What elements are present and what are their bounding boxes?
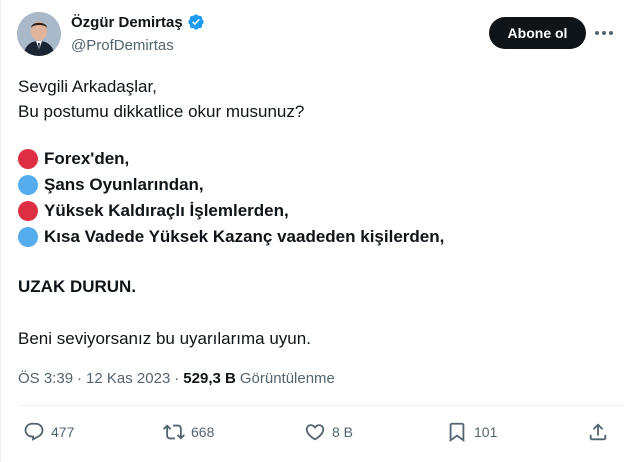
author-name-row: Özgür Demirtaş <box>71 13 205 31</box>
like-count: 8 B <box>332 424 354 440</box>
divider <box>18 405 624 406</box>
tweet-time[interactable]: ÖS 3:39 <box>18 370 73 387</box>
bookmark-icon <box>449 422 465 443</box>
repost-button[interactable]: 668 <box>163 421 214 443</box>
reply-button[interactable]: 477 <box>23 421 74 443</box>
list-item: Şans Oyunlarından, <box>18 175 204 195</box>
meta-separator: · <box>174 370 180 387</box>
list-item-text: Şans Oyunlarından, <box>44 175 204 194</box>
verified-badge-icon[interactable] <box>187 13 205 31</box>
red-circle-icon <box>18 201 38 221</box>
tweet-card: Özgür Demirtaş @ProfDemirtas Abone ol Se… <box>0 0 640 462</box>
tweet-meta: ÖS 3:39 · 12 Kas 2023 · 529,3 B Görüntül… <box>18 370 335 387</box>
author-handle[interactable]: @ProfDemirtas <box>71 37 174 54</box>
tweet-date[interactable]: 12 Kas 2023 <box>86 370 170 387</box>
share-button[interactable] <box>587 421 609 443</box>
repost-icon <box>163 424 185 440</box>
blue-circle-icon <box>18 227 38 247</box>
repost-count: 668 <box>191 424 215 440</box>
share-icon <box>589 423 607 441</box>
list-item: Forex'den, <box>18 149 129 169</box>
tweet-closing: Beni seviyorsanız bu uyarılarıma uyun. <box>18 329 311 348</box>
red-circle-icon <box>18 149 38 169</box>
bookmark-count: 101 <box>474 424 498 440</box>
more-horizontal-icon <box>595 31 613 35</box>
tweet-line-request: Bu postumu dikkatlice okur musunuz? <box>18 102 305 121</box>
list-item: Kısa Vadede Yüksek Kazanç vaadeden kişil… <box>18 227 444 247</box>
tweet-warning: UZAK DURUN. <box>18 277 137 296</box>
blue-circle-icon <box>18 175 38 195</box>
author-display-name[interactable]: Özgür Demirtaş <box>71 14 183 31</box>
list-item: Yüksek Kaldıraçlı İşlemlerden, <box>18 201 289 221</box>
meta-separator: · <box>77 370 83 387</box>
reply-count: 477 <box>51 424 75 440</box>
list-item-text: Kısa Vadede Yüksek Kazanç vaadeden kişil… <box>44 227 445 246</box>
views-label: Görüntülenme <box>239 370 335 387</box>
avatar[interactable] <box>17 12 61 56</box>
avatar-image <box>17 12 61 56</box>
bookmark-button[interactable]: 101 <box>446 421 497 443</box>
views-count: 529,3 B <box>183 370 236 387</box>
follow-button[interactable]: Abone ol <box>489 17 586 49</box>
heart-icon <box>305 424 325 441</box>
list-item-text: Forex'den, <box>44 149 130 168</box>
more-options-button[interactable] <box>591 21 617 45</box>
reply-icon <box>24 422 44 441</box>
like-button[interactable]: 8 B <box>304 421 353 443</box>
list-item-text: Yüksek Kaldıraçlı İşlemlerden, <box>44 201 289 220</box>
tweet-line-greeting: Sevgili Arkadaşlar, <box>18 77 157 96</box>
